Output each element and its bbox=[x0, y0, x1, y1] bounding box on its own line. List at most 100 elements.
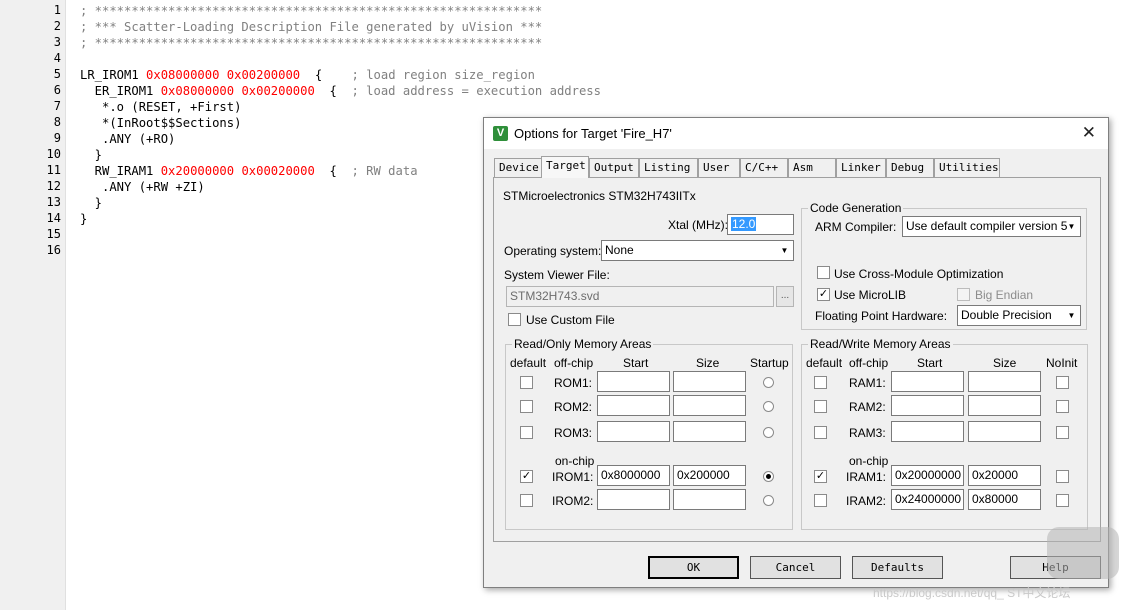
rom3-size-input[interactable] bbox=[673, 421, 746, 442]
fpu-select[interactable]: Double Precision ▼ bbox=[957, 305, 1081, 326]
ok-button[interactable]: OK bbox=[648, 556, 739, 579]
rom2-size-input[interactable] bbox=[673, 395, 746, 416]
code-line[interactable]: ; *** Scatter-Loading Description File g… bbox=[80, 19, 542, 35]
rom2-start-input[interactable] bbox=[597, 395, 670, 416]
line-number: 9 bbox=[53, 131, 61, 145]
tab-utilities[interactable]: Utilities bbox=[934, 158, 1000, 177]
code-generation-title: Code Generation bbox=[808, 201, 904, 215]
ro-header-size: Size bbox=[696, 356, 720, 370]
ro-header-start: Start bbox=[623, 356, 649, 370]
tab-device[interactable]: Device bbox=[494, 158, 542, 177]
iram1-default-checkbox[interactable]: ✓ bbox=[814, 470, 827, 483]
iram2-default-checkbox[interactable] bbox=[814, 494, 827, 507]
code-line[interactable]: ER_IROM1 0x08000000 0x00200000 { ; load … bbox=[80, 83, 601, 99]
tab-debug[interactable]: Debug bbox=[886, 158, 934, 177]
ram2-noinit-checkbox[interactable] bbox=[1056, 400, 1069, 413]
xtal-input[interactable]: 12.0 bbox=[727, 214, 794, 235]
ram2-size-input[interactable] bbox=[968, 395, 1041, 416]
close-icon[interactable]: ✕ bbox=[1082, 123, 1096, 143]
big-endian-checkbox[interactable] bbox=[957, 288, 970, 301]
readonly-memory-title: Read/Only Memory Areas bbox=[512, 337, 654, 351]
irom2-startup-radio[interactable] bbox=[763, 495, 774, 506]
code-line[interactable]: } bbox=[80, 211, 87, 227]
irom1-size-input[interactable]: 0x200000 bbox=[673, 465, 746, 486]
line-number: 4 bbox=[53, 51, 61, 65]
code-line[interactable]: ; **************************************… bbox=[80, 35, 542, 51]
irom1-startup-radio[interactable] bbox=[763, 471, 774, 482]
iram1-noinit-checkbox[interactable] bbox=[1056, 470, 1069, 483]
ram3-default-checkbox[interactable] bbox=[814, 426, 827, 439]
rom1-startup-radio[interactable] bbox=[763, 377, 774, 388]
rom1-default-checkbox[interactable] bbox=[520, 376, 533, 389]
iram1-start-input[interactable]: 0x20000000 bbox=[891, 465, 964, 486]
microlib-checkbox[interactable]: ✓ bbox=[817, 288, 830, 301]
ram3-size-input[interactable] bbox=[968, 421, 1041, 442]
irom2-start-input[interactable] bbox=[597, 489, 670, 510]
tab-output[interactable]: Output bbox=[589, 158, 639, 177]
code-line[interactable]: *.o (RESET, +First) bbox=[80, 99, 241, 115]
ram1-default-checkbox[interactable] bbox=[814, 376, 827, 389]
line-number: 12 bbox=[46, 179, 61, 193]
readwrite-memory-title: Read/Write Memory Areas bbox=[808, 337, 953, 351]
ram3-start-input[interactable] bbox=[891, 421, 964, 442]
svf-label: System Viewer File: bbox=[504, 268, 610, 282]
os-select[interactable]: None ▼ bbox=[601, 240, 794, 261]
cancel-button[interactable]: Cancel bbox=[750, 556, 841, 579]
irom2-size-input[interactable] bbox=[673, 489, 746, 510]
iram2-start-input[interactable]: 0x24000000 bbox=[891, 489, 964, 510]
ram1-size-input[interactable] bbox=[968, 371, 1041, 392]
code-line[interactable]: .ANY (+RO) bbox=[80, 131, 175, 147]
irom1-default-checkbox[interactable]: ✓ bbox=[520, 470, 533, 483]
iram1-size-input[interactable]: 0x20000 bbox=[968, 465, 1041, 486]
rom3-default-checkbox[interactable] bbox=[520, 426, 533, 439]
rw-header-size: Size bbox=[993, 356, 1017, 370]
tab-c-cpp[interactable]: C/C++ bbox=[740, 158, 788, 177]
code-line[interactable]: } bbox=[80, 195, 102, 211]
iram2-noinit-checkbox[interactable] bbox=[1056, 494, 1069, 507]
svf-input[interactable]: STM32H743.svd bbox=[506, 286, 774, 307]
rom3-start-input[interactable] bbox=[597, 421, 670, 442]
line-number: 2 bbox=[53, 19, 61, 33]
cross-module-checkbox[interactable] bbox=[817, 266, 830, 279]
rom2-startup-radio[interactable] bbox=[763, 401, 774, 412]
watermark-text: https://blog.csdn.net/qq_ ST中文论坛 bbox=[873, 586, 1071, 600]
rom1-size-input[interactable] bbox=[673, 371, 746, 392]
code-line[interactable]: *(InRoot$$Sections) bbox=[80, 115, 241, 131]
tab-linker[interactable]: Linker bbox=[836, 158, 886, 177]
code-line[interactable]: .ANY (+RW +ZI) bbox=[80, 179, 205, 195]
ram2-default-checkbox[interactable] bbox=[814, 400, 827, 413]
ro-header-offchip: off-chip bbox=[554, 356, 594, 370]
arm-compiler-select[interactable]: Use default compiler version 5 ▼ bbox=[902, 216, 1081, 237]
tab-user[interactable]: User bbox=[698, 158, 740, 177]
tab-asm[interactable]: Asm bbox=[788, 158, 836, 177]
dialog-titlebar[interactable]: V Options for Target 'Fire_H7' ✕ bbox=[484, 118, 1108, 149]
rom1-start-input[interactable] bbox=[597, 371, 670, 392]
rom2-default-checkbox[interactable] bbox=[520, 400, 533, 413]
irom1-start-input[interactable]: 0x8000000 bbox=[597, 465, 670, 486]
use-custom-file-checkbox[interactable] bbox=[508, 313, 521, 326]
tab-listing[interactable]: Listing bbox=[639, 158, 698, 177]
tab-target[interactable]: Target bbox=[541, 156, 589, 178]
ram2-start-input[interactable] bbox=[891, 395, 964, 416]
line-number: 7 bbox=[53, 99, 61, 113]
defaults-button[interactable]: Defaults bbox=[852, 556, 943, 579]
rw-header-offchip: off-chip bbox=[849, 356, 889, 370]
code-line[interactable]: ; **************************************… bbox=[80, 3, 542, 19]
line-number: 6 bbox=[53, 83, 61, 97]
iram2-size-input[interactable]: 0x80000 bbox=[968, 489, 1041, 510]
code-line[interactable]: LR_IROM1 0x08000000 0x00200000 { ; load … bbox=[80, 67, 535, 83]
irom2-default-checkbox[interactable] bbox=[520, 494, 533, 507]
ram1-start-input[interactable] bbox=[891, 371, 964, 392]
line-number: 3 bbox=[53, 35, 61, 49]
line-number: 11 bbox=[46, 163, 61, 177]
code-line[interactable]: } bbox=[80, 147, 102, 163]
code-generation-group: Code Generation ARM Compiler: Use defaul… bbox=[801, 201, 1087, 330]
line-number: 15 bbox=[46, 227, 61, 241]
rw-header-start: Start bbox=[917, 356, 943, 370]
browse-button[interactable]: ... bbox=[776, 286, 794, 307]
code-line[interactable]: RW_IRAM1 0x20000000 0x00020000 { ; RW da… bbox=[80, 163, 418, 179]
rom3-startup-radio[interactable] bbox=[763, 427, 774, 438]
rw-header-default: default bbox=[806, 356, 843, 370]
ram3-noinit-checkbox[interactable] bbox=[1056, 426, 1069, 439]
ram1-noinit-checkbox[interactable] bbox=[1056, 376, 1069, 389]
